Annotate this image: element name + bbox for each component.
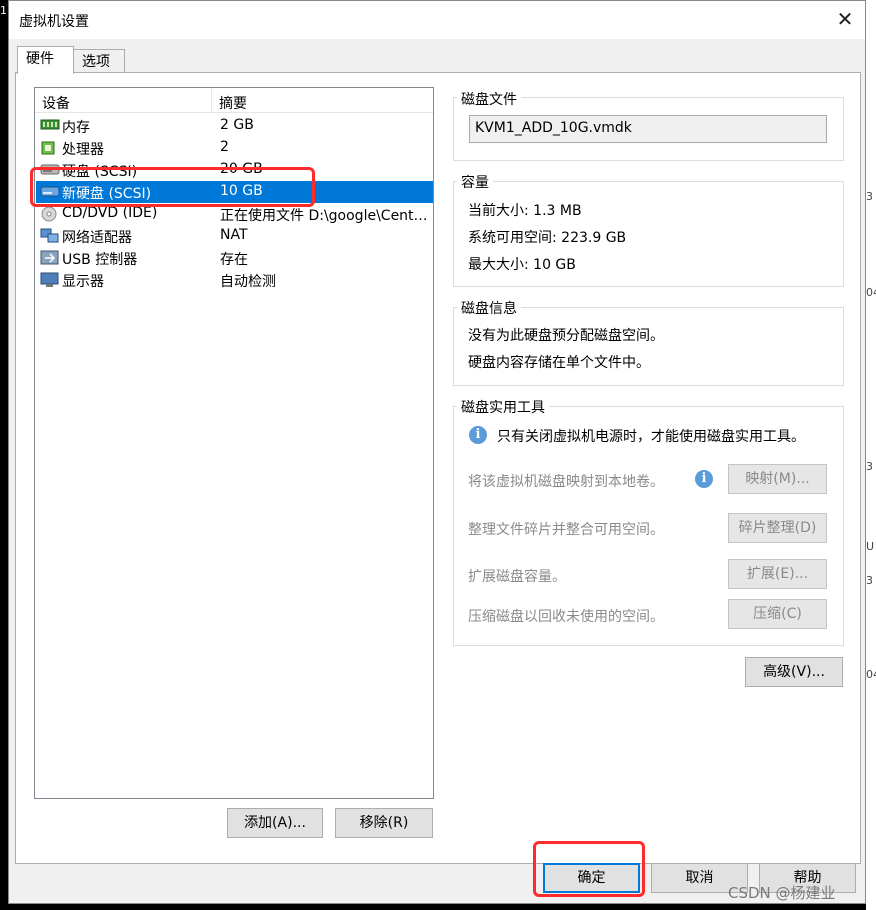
- device-summary: 2 GB: [220, 117, 254, 133]
- close-icon[interactable]: ✕: [833, 7, 857, 31]
- info-icon: i: [469, 426, 487, 444]
- disk-info-label: 磁盘信息: [457, 298, 521, 318]
- device-name: CD/DVD (IDE): [62, 205, 158, 221]
- device-name: 新硬盘 (SCSI): [62, 186, 152, 202]
- max-size-text: 最大大小: 10 GB: [468, 257, 576, 273]
- cd-dvd-icon: [40, 206, 58, 222]
- available-space-text: 系统可用空间: 223.9 GB: [468, 230, 627, 246]
- map-button[interactable]: 映射(M)...: [728, 464, 827, 494]
- hard-disk-icon: [40, 162, 60, 178]
- disk-file-field[interactable]: KVM1_ADD_10G.vmdk: [469, 115, 827, 143]
- window-title: 虚拟机设置: [19, 14, 89, 30]
- compact-description: 压缩磁盘以回收未使用的空间。: [468, 609, 664, 625]
- device-summary: 10 GB: [220, 183, 263, 199]
- column-header-device[interactable]: 设备: [42, 93, 70, 113]
- device-name: 硬盘 (SCSI): [62, 164, 138, 180]
- disk-info-group: [453, 307, 844, 386]
- info-icon[interactable]: i: [695, 470, 713, 488]
- device-row-cd-dvd[interactable]: CD/DVD (IDE) 正在使用文件 D:\google\CentOS-7-x…: [36, 203, 433, 225]
- side-fragment: 04: [866, 668, 876, 681]
- add-device-button[interactable]: 添加(A)...: [227, 808, 323, 838]
- device-summary: 20 GB: [220, 161, 263, 177]
- device-summary: 正在使用文件 D:\google\CentOS-7-x86_64-DVD.iso: [220, 208, 428, 224]
- disk-file-label: 磁盘文件: [457, 89, 521, 109]
- expand-description: 扩展磁盘容量。: [468, 569, 566, 585]
- disk-utilities-label: 磁盘实用工具: [457, 397, 549, 417]
- side-fragment: 3: [866, 460, 873, 473]
- corner-fragment: 1: [0, 4, 7, 17]
- device-name: 内存: [62, 120, 90, 136]
- device-name: 显示器: [62, 274, 104, 290]
- side-fragment: U: [866, 540, 875, 553]
- device-row-new-hard-disk[interactable]: 新硬盘 (SCSI) 10 GB: [36, 181, 433, 203]
- defragment-description: 整理文件碎片并整合可用空间。: [468, 522, 664, 538]
- device-row-network[interactable]: 网络适配器 NAT: [36, 225, 433, 247]
- capacity-label: 容量: [457, 172, 493, 192]
- cpu-icon: [40, 140, 58, 156]
- hard-disk-icon: [40, 184, 60, 200]
- defragment-button[interactable]: 碎片整理(D): [728, 513, 827, 543]
- network-icon: [40, 228, 59, 244]
- compact-button[interactable]: 压缩(C): [728, 599, 827, 629]
- map-description: 将该虚拟机磁盘映射到本地卷。: [468, 474, 664, 490]
- device-row-memory[interactable]: 内存 2 GB: [36, 115, 433, 137]
- watermark: CSDN @杨建业: [728, 884, 836, 902]
- tab-hardware[interactable]: 硬件: [17, 46, 74, 74]
- display-icon: [40, 272, 59, 288]
- disk-info-line: 没有为此硬盘预分配磁盘空间。: [468, 328, 664, 344]
- device-list[interactable]: 设备 摘要 内存 2 GB 处理器 2 硬盘 (SCSI) 20 GB 新硬盘 …: [34, 87, 434, 799]
- expand-button[interactable]: 扩展(E)...: [728, 559, 827, 589]
- side-fragment: 3: [866, 574, 873, 587]
- usb-icon: [40, 250, 59, 266]
- device-summary: NAT: [220, 227, 248, 243]
- device-summary: 自动检测: [220, 274, 276, 290]
- device-row-hard-disk[interactable]: 硬盘 (SCSI) 20 GB: [36, 159, 433, 181]
- device-row-usb[interactable]: USB 控制器 存在: [36, 247, 433, 269]
- memory-icon: [40, 118, 60, 134]
- device-name: 网络适配器: [62, 230, 132, 246]
- column-header-summary[interactable]: 摘要: [219, 93, 247, 113]
- device-name: 处理器: [62, 142, 104, 158]
- advanced-button[interactable]: 高级(V)...: [745, 657, 843, 687]
- disk-info-line: 硬盘内容存储在单个文件中。: [468, 355, 650, 371]
- device-row-display[interactable]: 显示器 自动检测: [36, 269, 433, 291]
- device-list-header: 设备 摘要: [35, 88, 433, 113]
- title-bar: 虚拟机设置 ✕: [9, 1, 865, 39]
- side-fragment: 3: [866, 190, 873, 203]
- background-right-strip: 3 04 3 U 3 04: [866, 0, 876, 910]
- column-separator[interactable]: [211, 88, 212, 112]
- device-name: USB 控制器: [62, 252, 138, 268]
- device-summary: 2: [220, 139, 229, 155]
- device-row-processor[interactable]: 处理器 2: [36, 137, 433, 159]
- ok-button[interactable]: 确定: [543, 863, 640, 893]
- device-summary: 存在: [220, 252, 248, 268]
- remove-device-button[interactable]: 移除(R): [335, 808, 433, 838]
- side-fragment: 04: [866, 286, 876, 299]
- current-size-text: 当前大小: 1.3 MB: [468, 203, 582, 219]
- vm-settings-dialog: 虚拟机设置 ✕ 硬件 选项 设备 摘要 内存 2 GB 处理器 2 硬盘 (SC…: [8, 0, 866, 904]
- utilities-notice: 只有关闭虚拟机电源时，才能使用磁盘实用工具。: [497, 429, 805, 445]
